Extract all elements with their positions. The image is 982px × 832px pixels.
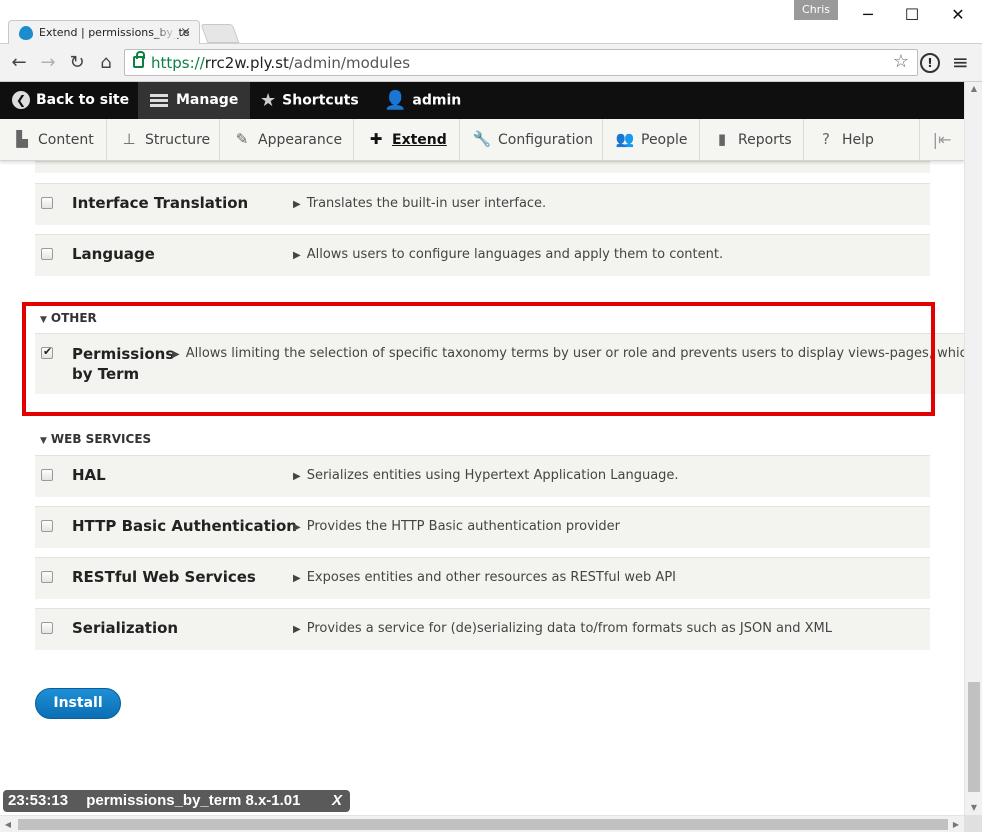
tray-item-structure[interactable]: ⊥ Structure	[107, 119, 220, 160]
module-name: HTTP Basic Authentication	[72, 517, 297, 535]
module-row: HAL ▶ Serializes entities using Hypertext…	[35, 455, 930, 497]
module-description[interactable]: ▶ Translates the built-in user interface.	[293, 196, 546, 211]
overlay-close-icon[interactable]: X	[332, 790, 342, 812]
manage-tab[interactable]: Manage	[138, 82, 251, 119]
close-window-icon[interactable]: ✕	[936, 0, 980, 30]
home-icon[interactable]: ⌂	[93, 50, 119, 76]
module-description[interactable]: ▶ Provides a service for (de)serializing …	[293, 621, 832, 636]
user-icon: 👤	[384, 90, 407, 111]
forward-arrow-icon[interactable]: →	[35, 50, 61, 76]
back-chevron-icon: ❮	[12, 91, 30, 109]
collapse-triangle-icon: ▼	[40, 436, 47, 446]
browser-titlebar: Extend | permissions_by_te × Chris ─ ☐ ✕	[0, 0, 982, 45]
group-toggle-web-services[interactable]: ▼ WEB SERVICES	[40, 432, 151, 446]
scroll-right-icon[interactable]: ▶	[948, 816, 964, 832]
module-description[interactable]: ▶ Serializes entities using Hypertext App…	[293, 468, 679, 483]
scroll-down-icon[interactable]: ▼	[965, 801, 982, 815]
appearance-icon: ✎	[235, 130, 249, 148]
scroll-left-icon[interactable]: ◀	[0, 816, 16, 832]
browser-tab[interactable]: Extend | permissions_by_te ×	[8, 20, 200, 45]
module-checkbox[interactable]	[41, 571, 53, 583]
lock-icon	[133, 51, 145, 68]
tray-item-reports[interactable]: ▮ Reports	[700, 119, 804, 160]
admin-tray: ▙ Content ⊥ Structure ✎ Appearance ✚ Extend …	[0, 119, 964, 161]
configuration-icon: 🔧	[472, 130, 492, 148]
drupal-favicon-icon	[19, 26, 33, 40]
user-tab[interactable]: 👤 admin	[384, 82, 461, 119]
module-row: RESTful Web Services ▶ Exposes entities a…	[35, 557, 930, 599]
tray-item-content[interactable]: ▙ Content	[0, 119, 107, 160]
address-bar[interactable]: https://rrc2w.ply.st/admin/modules ☆	[124, 49, 918, 76]
module-checkbox[interactable]	[41, 248, 53, 260]
expand-triangle-icon: ▶	[293, 199, 301, 210]
tray-item-extend[interactable]: ✚ Extend	[354, 119, 460, 160]
horizontal-scroll-thumb[interactable]	[18, 819, 948, 830]
module-name: RESTful Web Services	[72, 568, 256, 586]
module-row: Language ▶ Allows users to configure lang…	[35, 234, 930, 276]
module-name: Language	[72, 245, 155, 263]
admin-toolbar: ❮ Back to site Manage ★ Shortcuts 👤 admin	[0, 82, 964, 119]
overlay-time: 23:53:13	[8, 792, 69, 809]
url-text: https://rrc2w.ply.st/admin/modules	[151, 54, 411, 72]
tray-orientation-icon[interactable]: |⇤	[920, 119, 964, 160]
maximize-icon[interactable]: ☐	[890, 0, 934, 30]
scroll-corner	[964, 815, 982, 832]
scroll-up-icon[interactable]: ▲	[965, 82, 982, 96]
people-icon: 👥	[615, 130, 635, 148]
module-description[interactable]: ▶ Allows users to configure languages and…	[293, 247, 723, 262]
reports-icon: ▮	[717, 130, 727, 148]
minimize-icon[interactable]: ─	[846, 0, 890, 30]
annotation-highlight-box	[22, 302, 935, 416]
page-viewport: Interface Translation ▶ Translates the bu…	[0, 82, 964, 815]
structure-icon: ⊥	[122, 130, 136, 148]
module-name: Serialization	[72, 619, 179, 637]
vertical-scroll-thumb[interactable]	[968, 682, 980, 792]
expand-triangle-icon: ▶	[293, 522, 301, 533]
help-icon: ?	[822, 130, 830, 148]
module-checkbox[interactable]	[41, 520, 53, 532]
module-checkbox[interactable]	[41, 197, 53, 209]
install-button[interactable]: Install	[35, 688, 121, 719]
browser-toolbar: ← → ↻ ⌂ https://rrc2w.ply.st/admin/modul…	[0, 44, 982, 82]
module-row: Serialization ▶ Provides a service for (d…	[35, 608, 930, 650]
module-description[interactable]: ▶ Provides the HTTP Basic authentication …	[293, 519, 620, 534]
module-name: HAL	[72, 466, 106, 484]
tray-item-people[interactable]: 👥 People	[603, 119, 700, 160]
expand-triangle-icon: ▶	[293, 471, 301, 482]
tray-item-appearance[interactable]: ✎ Appearance	[220, 119, 354, 160]
shortcuts-tab[interactable]: ★ Shortcuts	[260, 82, 359, 119]
bookmark-star-icon[interactable]: ☆	[893, 51, 909, 72]
tray-item-help[interactable]: ? Help	[804, 119, 920, 160]
back-to-site-link[interactable]: ❮ Back to site	[12, 82, 129, 119]
tray-item-configuration[interactable]: 🔧 Configuration	[460, 119, 603, 160]
module-checkbox[interactable]	[41, 622, 53, 634]
module-row-partial	[35, 161, 930, 173]
module-row: Interface Translation ▶ Translates the bu…	[35, 183, 930, 225]
module-row: HTTP Basic Authentication ▶ Provides the …	[35, 506, 930, 548]
profile-badge[interactable]: Chris	[794, 0, 838, 20]
expand-triangle-icon: ▶	[293, 250, 301, 261]
reload-icon[interactable]: ↻	[64, 50, 90, 76]
extension-icon[interactable]: !	[920, 53, 940, 73]
vertical-scrollbar[interactable]: ▲ ▼	[964, 82, 982, 815]
module-description[interactable]: ▶ Exposes entities and other resources as…	[293, 570, 676, 585]
extend-icon: ✚	[369, 130, 383, 148]
tab-close-icon[interactable]: ×	[180, 21, 191, 45]
expand-triangle-icon: ▶	[293, 573, 301, 584]
recording-status-overlay: 23:53:13 permissions_by_term 8.x-1.01 X	[3, 790, 350, 812]
expand-triangle-icon: ▶	[293, 624, 301, 635]
hamburger-icon	[150, 92, 168, 109]
horizontal-scrollbar[interactable]: ◀ ▶	[0, 815, 964, 832]
star-icon: ★	[260, 90, 277, 111]
module-name: Interface Translation	[72, 194, 249, 212]
browser-menu-icon[interactable]: ≡	[952, 50, 969, 74]
overlay-message: permissions_by_term 8.x-1.01	[86, 792, 301, 809]
back-arrow-icon[interactable]: ←	[6, 50, 32, 76]
new-tab-button[interactable]	[200, 24, 240, 43]
content-icon: ▙	[16, 130, 28, 148]
module-checkbox[interactable]	[41, 469, 53, 481]
